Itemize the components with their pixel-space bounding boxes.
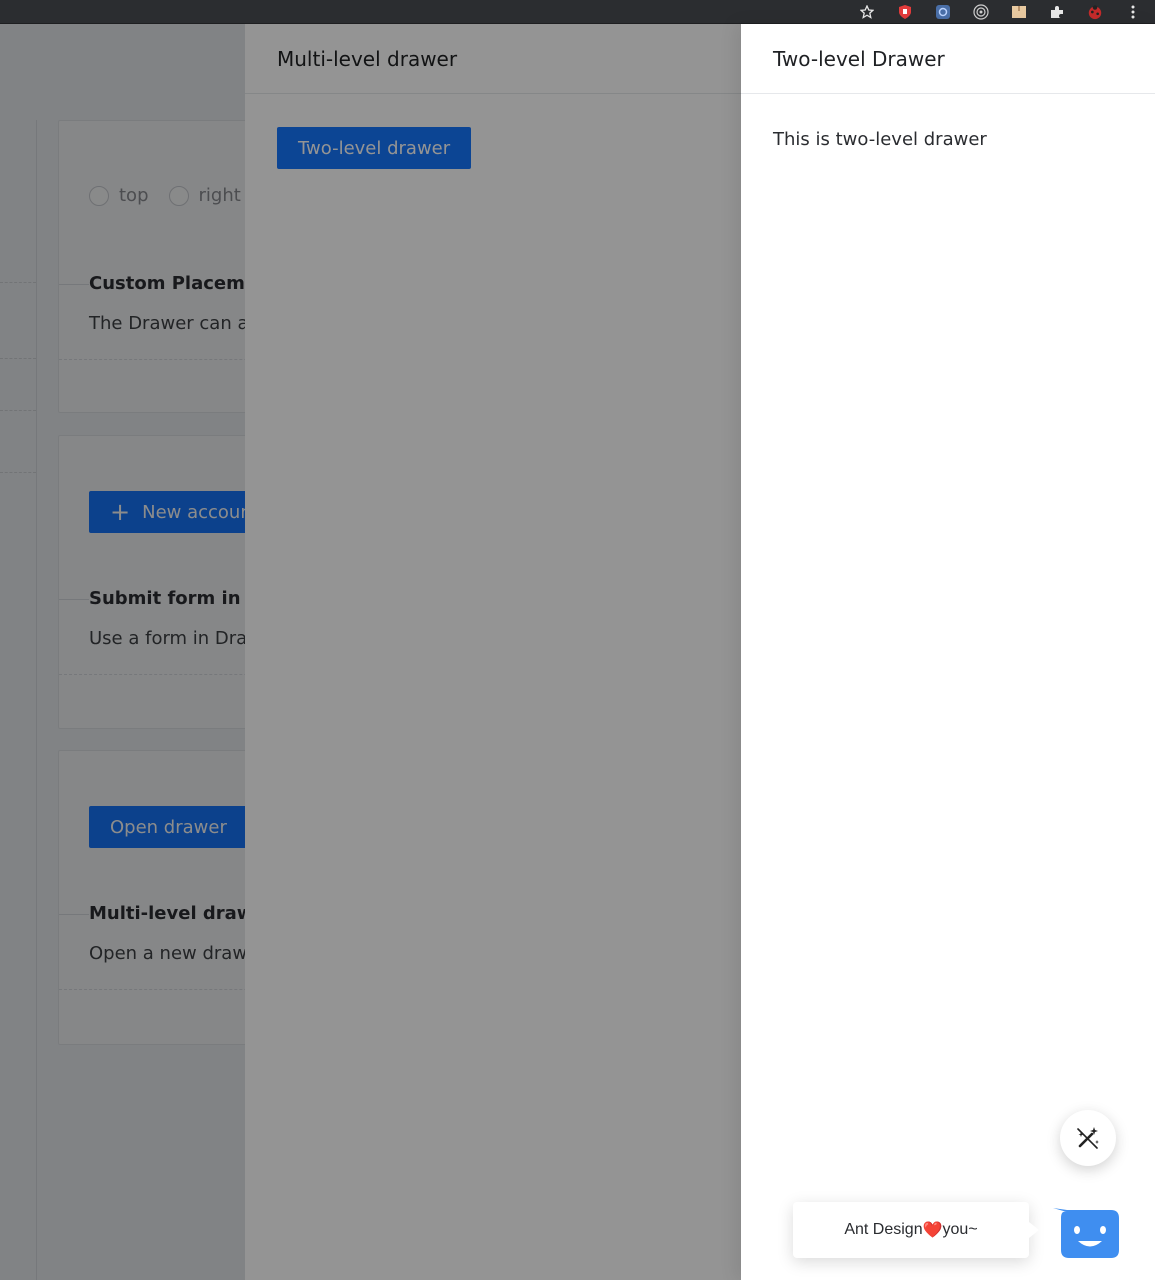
bubble-text-end: you~ [942,1221,978,1238]
box-extension-icon[interactable] [1011,4,1027,20]
kebab-menu-icon[interactable] [1125,4,1141,20]
drawer-header: Two-level Drawer [741,24,1155,94]
bookmark-star-icon[interactable] [859,4,875,20]
assistant-bot-button[interactable] [1053,1208,1119,1258]
gear-extension-icon[interactable] [935,4,951,20]
two-level-drawer: Two-level Drawer This is two-level drawe… [741,24,1155,1280]
magic-wand-icon [1077,1127,1099,1149]
drawer-body-text: This is two-level drawer [773,129,987,150]
bot-face-icon [1053,1208,1119,1258]
heart-icon: ❤️ [922,1222,943,1239]
bubble-text: Ant Design [844,1221,923,1238]
chat-bubble: Ant Design ❤️ you~ [793,1202,1039,1258]
drawer-title: Two-level Drawer [773,46,945,71]
target-extension-icon[interactable] [973,4,989,20]
magic-wand-button[interactable] [1060,1110,1116,1166]
browser-toolbar [0,0,1155,24]
ladybug-avatar-icon[interactable] [1087,4,1103,20]
shield-extension-icon[interactable] [897,4,913,20]
puzzle-extensions-icon[interactable] [1049,4,1065,20]
browser-extension-icons [859,0,1141,24]
